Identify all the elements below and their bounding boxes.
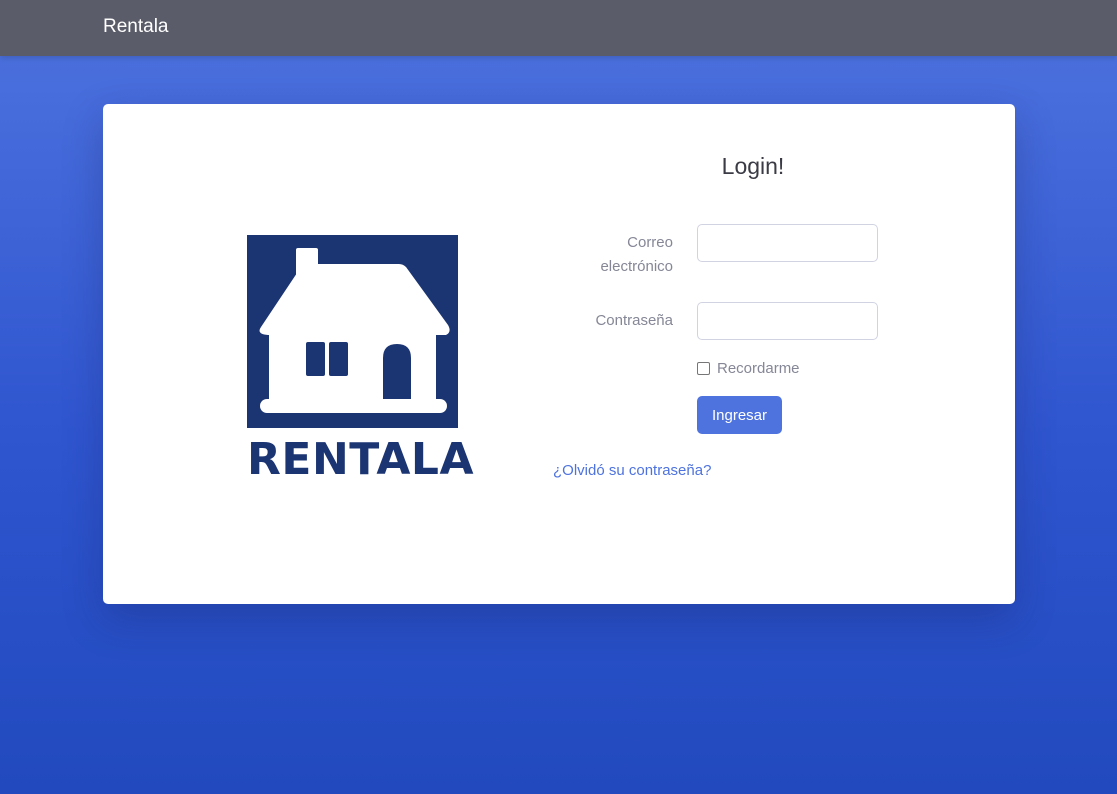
logo-wordmark: RENTALA bbox=[247, 434, 475, 485]
login-button[interactable]: Ingresar bbox=[697, 396, 782, 434]
logo-background bbox=[247, 235, 458, 428]
forgot-password-link[interactable]: ¿Olvidó su contraseña? bbox=[553, 462, 711, 479]
password-label: Contraseña bbox=[595, 312, 673, 329]
login-title: Login! bbox=[721, 153, 785, 179]
email-field[interactable] bbox=[697, 224, 878, 262]
login-card: RENTALA Login! Correo electrónico Contra… bbox=[103, 104, 1015, 604]
navbar-brand[interactable]: Rentala bbox=[103, 16, 169, 38]
password-field[interactable] bbox=[697, 302, 878, 340]
house-icon bbox=[259, 248, 450, 413]
remember-me[interactable]: Recordarme bbox=[697, 357, 800, 379]
email-label: Correo electrónico bbox=[600, 234, 673, 275]
rentala-logo: RENTALA bbox=[247, 235, 475, 485]
top-navbar: Rentala bbox=[0, 0, 1117, 56]
remember-checkbox[interactable] bbox=[697, 361, 710, 375]
remember-label: Recordarme bbox=[717, 359, 800, 377]
